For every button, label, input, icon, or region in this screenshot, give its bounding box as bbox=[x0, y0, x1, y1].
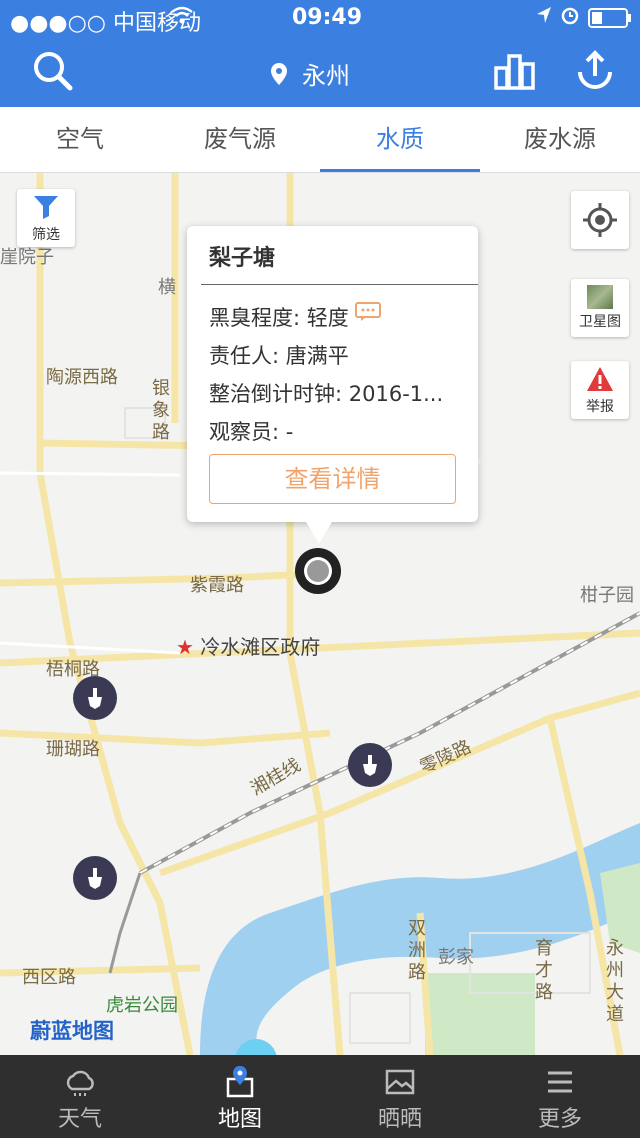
bottom-tab-more[interactable]: 更多 bbox=[480, 1055, 640, 1138]
popup-title: 梨子塘 bbox=[209, 246, 276, 271]
status-bar: ●●●○○ 中国移动 09:49 bbox=[0, 0, 640, 36]
view-details-button[interactable]: 查看详情 bbox=[209, 454, 456, 504]
bottom-tab-map[interactable]: 地图 bbox=[160, 1055, 320, 1138]
battery-icon bbox=[588, 8, 632, 34]
clock: 09:49 bbox=[292, 5, 363, 30]
map-label: 柑子园 bbox=[580, 585, 634, 606]
star-icon: ★ bbox=[176, 635, 194, 659]
pollution-level-row: 黑臭程度: 轻度 bbox=[209, 302, 382, 332]
satellite-label: 卫星图 bbox=[579, 314, 621, 330]
photo-icon bbox=[385, 1069, 415, 1095]
crosshair-icon bbox=[583, 203, 617, 237]
map-icon bbox=[226, 1066, 254, 1098]
map-label: 西区路 bbox=[22, 967, 76, 988]
bottom-tab-label: 天气 bbox=[57, 1107, 102, 1132]
tab-waste-water[interactable]: 废水源 bbox=[480, 107, 640, 172]
divider bbox=[201, 284, 478, 285]
shovel-icon bbox=[363, 755, 377, 776]
bottom-tab-bar: 天气 地图 晒晒 更多 bbox=[0, 1055, 640, 1138]
location-pin-icon bbox=[271, 62, 287, 85]
pollution-source-pin[interactable] bbox=[73, 856, 117, 900]
comment-icon[interactable] bbox=[355, 302, 382, 322]
menu-icon bbox=[548, 1071, 572, 1093]
report-button[interactable]: 举报 bbox=[571, 361, 629, 419]
bottom-tab-weather[interactable]: 天气 bbox=[0, 1055, 160, 1138]
alarm-icon bbox=[560, 5, 580, 31]
shovel-icon bbox=[88, 688, 102, 709]
tab-waste-gas[interactable]: 废气源 bbox=[160, 107, 320, 172]
locate-button[interactable] bbox=[571, 191, 629, 249]
bottom-tab-share[interactable]: 晒晒 bbox=[320, 1055, 480, 1138]
government-marker: ★ 冷水滩区政府 bbox=[176, 635, 321, 659]
report-label: 举报 bbox=[586, 399, 614, 415]
pollution-source-pin[interactable] bbox=[348, 743, 392, 787]
selected-water-point-marker[interactable] bbox=[295, 548, 341, 594]
map-label: 珊瑚路 bbox=[46, 739, 100, 760]
map-label: 彭家 bbox=[438, 947, 474, 968]
map-label: 育才路 bbox=[535, 938, 553, 1003]
observer: 观察员: - bbox=[209, 420, 294, 444]
wifi-icon bbox=[170, 5, 194, 30]
bottom-tab-label: 地图 bbox=[217, 1107, 262, 1132]
bottom-tab-label: 晒晒 bbox=[377, 1107, 422, 1132]
bottom-tab-label: 更多 bbox=[537, 1107, 582, 1132]
map-label: 横 bbox=[158, 277, 176, 298]
top-bar: ●●●○○ 中国移动 09:49 永州 bbox=[0, 0, 640, 107]
nav-bar: 永州 bbox=[0, 36, 640, 107]
satellite-icon bbox=[587, 285, 613, 309]
warning-icon bbox=[587, 367, 613, 391]
location-arrow-icon bbox=[535, 5, 553, 31]
tab-air[interactable]: 空气 bbox=[0, 107, 160, 172]
share-upload-icon[interactable] bbox=[570, 46, 620, 96]
shovel-icon bbox=[88, 868, 102, 889]
tab-water-quality[interactable]: 水质 bbox=[320, 107, 480, 172]
category-tabs: 空气 废气源 水质 废水源 bbox=[0, 107, 640, 173]
map-label: 银象路 bbox=[152, 378, 170, 443]
brand-logo: 蔚蓝地图 bbox=[30, 1019, 114, 1043]
filter-button[interactable]: 筛选 bbox=[17, 189, 75, 247]
popup-arrow bbox=[305, 520, 333, 544]
water-point-popup: 梨子塘 黑臭程度: 轻度 责任人: 唐满平 整治倒计时钟: 2016-1... … bbox=[187, 226, 478, 522]
map-label: 双洲路 bbox=[408, 918, 426, 983]
map-label: 虎岩公园 bbox=[106, 995, 178, 1016]
map-label: 陶源西路 bbox=[46, 367, 118, 388]
responsible-person: 责任人: 唐满平 bbox=[209, 344, 349, 368]
satellite-button[interactable]: 卫星图 bbox=[571, 279, 629, 337]
pollution-source-pin[interactable] bbox=[73, 676, 117, 720]
filter-label: 筛选 bbox=[32, 227, 60, 243]
search-icon[interactable] bbox=[28, 46, 78, 96]
map-label: 紫霞路 bbox=[190, 575, 244, 596]
cloud-icon bbox=[66, 1070, 94, 1096]
countdown: 整治倒计时钟: 2016-1... bbox=[209, 382, 444, 406]
city-selector[interactable]: 永州 bbox=[270, 56, 350, 91]
map-label: 永州大道 bbox=[606, 938, 624, 1025]
ranking-icon[interactable] bbox=[490, 46, 540, 96]
filter-icon bbox=[34, 196, 58, 219]
city-label: 永州 bbox=[302, 62, 350, 90]
